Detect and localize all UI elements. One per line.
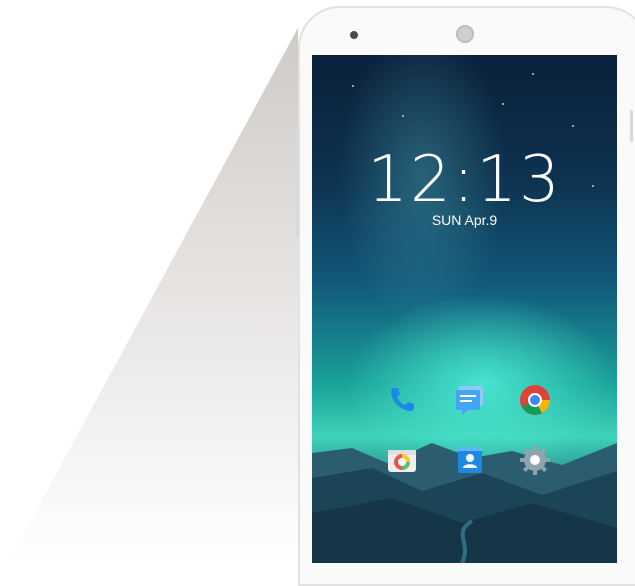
- settings-app[interactable]: [515, 440, 555, 480]
- chrome-app[interactable]: [515, 380, 555, 420]
- messages-icon: [456, 386, 483, 415]
- phone-app[interactable]: [382, 380, 422, 420]
- camera-icon: [388, 450, 416, 472]
- settings-icon: [520, 445, 550, 475]
- phone-icon: [391, 388, 414, 411]
- messages-app[interactable]: [450, 380, 490, 420]
- contacts-icon: [458, 447, 482, 473]
- volume-button[interactable]: [296, 128, 299, 236]
- chrome-icon: [520, 385, 550, 415]
- front-camera-icon: [350, 31, 358, 39]
- lock-screen[interactable]: 12:13 SUN Apr.9: [312, 55, 617, 563]
- power-button[interactable]: [630, 110, 633, 142]
- contacts-app[interactable]: [450, 440, 490, 480]
- lock-clock: 12:13: [367, 143, 562, 217]
- speaker-icon: [456, 25, 474, 43]
- camera-app[interactable]: [382, 440, 422, 480]
- lock-date: SUN Apr.9: [431, 212, 498, 228]
